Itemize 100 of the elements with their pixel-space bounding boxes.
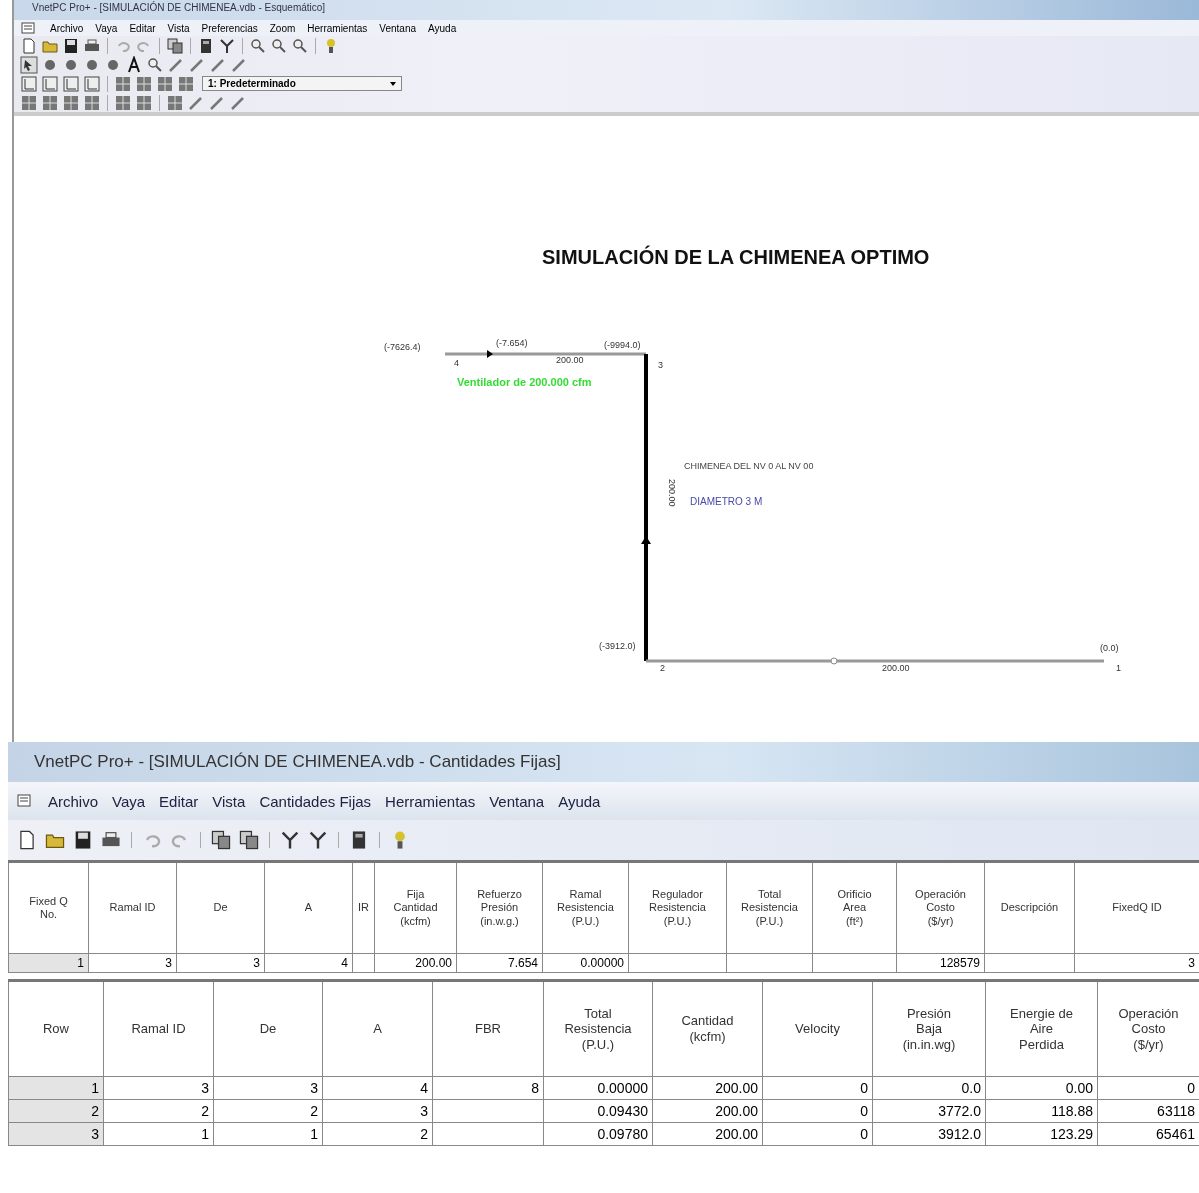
magnifier-icon[interactable]	[146, 55, 164, 74]
table-cell: 3	[213, 1076, 323, 1100]
column-header: Velocity	[762, 980, 873, 1077]
node-number: 3	[658, 360, 663, 370]
magnifier-icon[interactable]	[291, 36, 309, 55]
diagram-title: SIMULACIÓN DE LA CHIMENEA OPTIMO	[542, 246, 930, 268]
column-header: A	[264, 861, 353, 954]
table-cell: 0.00000	[542, 953, 629, 973]
length-label: 200.00	[667, 479, 677, 507]
menu-item[interactable]: Vaya	[112, 792, 146, 810]
branch-icon[interactable]	[279, 829, 301, 851]
row-header[interactable]: 2	[8, 1099, 104, 1123]
menu-item[interactable]: Herramientas	[307, 22, 368, 34]
branch-icon[interactable]	[307, 829, 329, 851]
pointer-icon[interactable]	[20, 55, 38, 74]
menu-item[interactable]: Preferencias	[201, 22, 258, 34]
grid-icon[interactable]	[62, 93, 80, 112]
grid-icon[interactable]	[114, 93, 132, 112]
grid-icon[interactable]	[177, 74, 195, 93]
column-header: Refuerzo Presión (in.w.g.)	[456, 861, 543, 954]
frame-icon[interactable]	[83, 74, 101, 93]
menu-item[interactable]: Vaya	[95, 22, 118, 34]
menu-item[interactable]: Herramientas	[385, 792, 476, 810]
airway-line[interactable]	[445, 352, 646, 356]
grid-icon[interactable]	[156, 74, 174, 93]
pressure-label: (-3912.0)	[599, 641, 636, 651]
grid-icon[interactable]	[135, 74, 153, 93]
table-cell: 0.00000	[543, 1076, 653, 1100]
copy-icon[interactable]	[238, 829, 260, 851]
table-cell: 4	[264, 953, 353, 973]
table-cell: 2	[322, 1122, 433, 1146]
table-cell: 1	[213, 1122, 323, 1146]
grid-icon[interactable]	[83, 93, 101, 112]
copy-icon[interactable]	[166, 36, 184, 55]
table-cell: 2	[103, 1099, 214, 1123]
column-header: FBR	[432, 980, 544, 1077]
pressure-label: (-9994.0)	[604, 340, 641, 350]
grid-icon[interactable]	[166, 93, 184, 112]
menu-item[interactable]: Zoom	[269, 22, 296, 34]
menu-item[interactable]: Archivo	[50, 22, 84, 34]
column-header: IR	[352, 861, 375, 954]
frame-icon[interactable]	[62, 74, 80, 93]
column-header: Operación Costo ($/yr)	[896, 861, 985, 954]
menu-item[interactable]: Ventana	[379, 22, 417, 34]
column-header: De	[213, 980, 323, 1077]
column-header: Ramal Resistencia (P.U.)	[542, 861, 629, 954]
column-header: Energie de Aire Perdida	[985, 980, 1098, 1077]
table-cell: 3912.0	[872, 1122, 986, 1146]
length-label: 200.00	[556, 355, 584, 365]
menu-item[interactable]: Ayuda	[428, 22, 457, 34]
column-header: Orificio Area (ft²)	[812, 861, 897, 954]
table-cell: 118.88	[985, 1099, 1098, 1123]
menu-item[interactable]: Ventana	[489, 792, 545, 810]
menu-item[interactable]: Editar	[159, 792, 199, 810]
table-cell: 128579	[896, 953, 985, 973]
menu-item[interactable]: Ayuda	[558, 792, 601, 810]
layer-dropdown[interactable]: 1: Predeterminado	[202, 76, 402, 91]
table-cell: 0.0	[872, 1076, 986, 1100]
grid-icon[interactable]	[41, 93, 59, 112]
grid-icon[interactable]	[135, 93, 153, 112]
node-number: 4	[454, 358, 459, 368]
menu-item[interactable]: Archivo	[48, 792, 99, 810]
magnifier-icon[interactable]	[270, 36, 288, 55]
table-cell: 200.00	[652, 1076, 763, 1100]
table-cell: 3772.0	[872, 1099, 986, 1123]
column-header: Ramal ID	[88, 861, 177, 954]
document-menu-icon[interactable]	[20, 21, 38, 35]
note-label: DIAMETRO 3 M	[690, 496, 763, 507]
menu-item[interactable]: Editar	[129, 22, 156, 34]
junction-icon	[830, 657, 838, 665]
flow-arrow-icon	[487, 350, 493, 358]
menu-item[interactable]: Vista	[167, 22, 190, 34]
table-cell: 0.00	[985, 1076, 1098, 1100]
table-cell: 4	[322, 1076, 433, 1100]
node-number: 1	[1116, 663, 1121, 673]
menu-item[interactable]: Cantidades Fijas	[259, 792, 372, 810]
menu-item[interactable]: Vista	[212, 792, 246, 810]
node-number: 2	[660, 663, 665, 673]
table-cell: 123.29	[985, 1122, 1098, 1146]
magnifier-icon[interactable]	[249, 36, 267, 55]
branch-icon[interactable]	[218, 36, 236, 55]
pressure-label: (0.0)	[1100, 643, 1119, 653]
column-header: Presión Baja (in.in.wg)	[872, 980, 986, 1077]
row-header[interactable]: 3	[8, 1122, 104, 1146]
letter-icon[interactable]	[125, 55, 143, 74]
length-label: 200.00	[882, 663, 910, 673]
table-cell: 200.00	[652, 1122, 763, 1146]
column-header: Fija Cantidad (kcfm)	[374, 861, 457, 954]
row-header[interactable]: 1	[8, 1076, 104, 1100]
grid-icon[interactable]	[114, 74, 132, 93]
column-header: A	[322, 980, 433, 1077]
table-cell	[352, 953, 375, 973]
column-header: Descripción	[984, 861, 1075, 954]
table-cell: 3	[103, 1076, 214, 1100]
document-menu-icon[interactable]	[16, 793, 34, 809]
copy-icon[interactable]	[210, 829, 232, 851]
grid-icon[interactable]	[20, 93, 38, 112]
table-cell: 3	[322, 1099, 433, 1123]
table-cell: 200.00	[374, 953, 457, 973]
table-cell: 200.00	[652, 1099, 763, 1123]
